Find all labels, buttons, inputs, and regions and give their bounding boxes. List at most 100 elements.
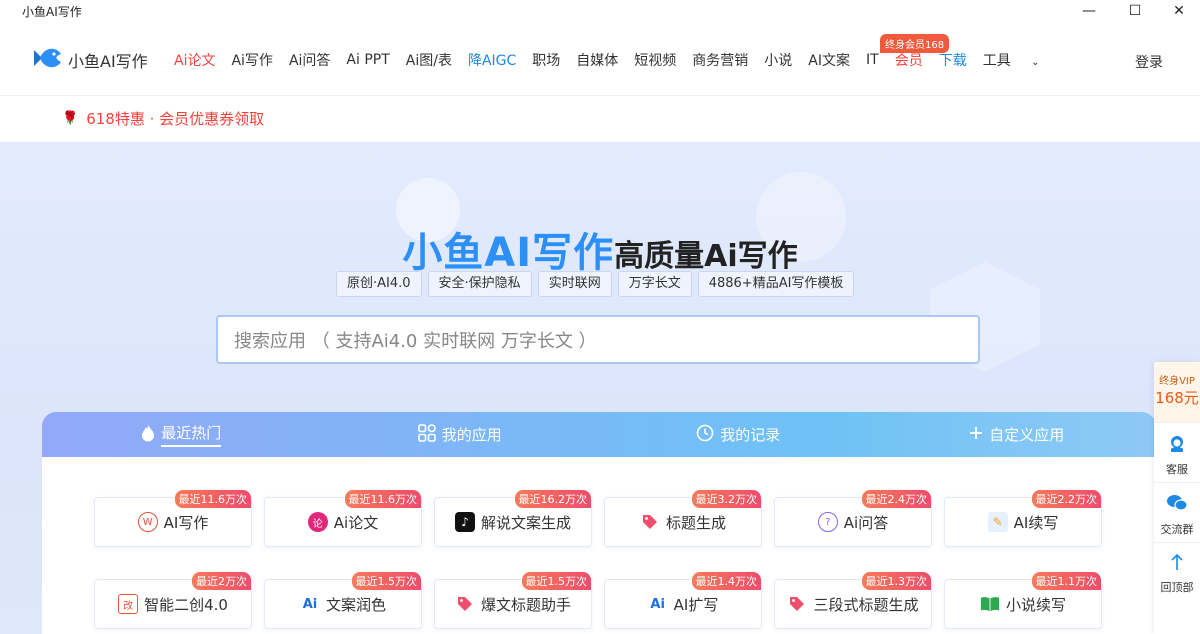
tab-label: 我的记录 <box>720 426 781 444</box>
app-card-three-part-title[interactable]: 最近1.3万次 三段式标题生成 <box>774 572 932 629</box>
tab-recent-hot[interactable]: 最近热门 <box>42 412 321 457</box>
nav-thesis[interactable]: Ai论文 <box>174 50 215 70</box>
plus-icon <box>969 425 983 444</box>
app-card-label: AI写作 <box>163 513 209 532</box>
nav-marketing[interactable]: 商务营销 <box>692 50 748 70</box>
float-label: 回顶部 <box>1160 581 1194 594</box>
nav-tools[interactable]: 工具 ⌄ <box>983 50 1056 70</box>
flame-icon <box>141 424 155 446</box>
app-card-ai-continue[interactable]: 最近2.2万次 ✎ AI续写 <box>944 490 1102 547</box>
ai-sparkle-icon: Ai <box>650 596 665 612</box>
tab-custom-app[interactable]: 自定义应用 <box>878 412 1157 457</box>
tag-icon <box>787 594 807 614</box>
app-card-expand[interactable]: 最近1.4万次 Ai AI扩写 <box>604 572 762 629</box>
hero-title-brand: 小鱼AI写作 <box>402 230 615 276</box>
thesis-icon: 论 <box>307 512 328 532</box>
nav-short-video[interactable]: 短视频 <box>634 50 676 70</box>
hot-badge: 最近1.1万次 <box>1031 572 1101 590</box>
vip-price: 168元 <box>1155 389 1199 407</box>
minimize-button[interactable]: — <box>1066 0 1112 22</box>
member-badge[interactable]: 终身会员168 <box>880 34 950 53</box>
ai-sparkle-icon: Ai <box>302 596 318 612</box>
apps-tabbar: 最近热门 我的应用 我的记录 自定义应用 <box>42 412 1156 457</box>
app-card-novel-continue[interactable]: 最近1.1万次 小说续写 <box>944 572 1102 629</box>
nav-tools-label: 工具 <box>982 53 1011 69</box>
nav-copywriting[interactable]: AI文案 <box>808 50 850 70</box>
site-logo[interactable]: 小鱼AI写作 <box>32 44 148 76</box>
back-to-top-button[interactable]: 回顶部 <box>1154 542 1200 602</box>
rose-icon: 🌹 <box>62 110 79 126</box>
hero-section: 小鱼AI写作高质量Ai写作 原创·AI4.0 安全·保护隐私 实时联网 万字长文… <box>0 142 1200 634</box>
hot-badge: 最近2.4万次 <box>861 490 931 508</box>
continue-icon: ✎ <box>987 512 1008 532</box>
tab-my-records[interactable]: 我的记录 <box>599 412 878 457</box>
app-card-label: 小说续写 <box>1005 595 1066 614</box>
hero-title: 小鱼AI写作高质量Ai写作 <box>0 220 1200 278</box>
nav-writing[interactable]: Ai写作 <box>231 50 272 70</box>
hot-badge: 最近2万次 <box>192 572 251 590</box>
chat-icon <box>1154 493 1200 519</box>
hot-badge: 最近11.6万次 <box>174 490 251 508</box>
search-input[interactable]: 搜索应用 （ 支持Ai4.0 实时联网 万字长文 ） <box>216 315 980 364</box>
app-card-label: Ai问答 <box>843 513 889 532</box>
hot-badge: 最近2.2万次 <box>1031 490 1101 508</box>
nav-ppt[interactable]: Ai PPT <box>346 52 389 68</box>
nav-it[interactable]: IT <box>866 52 879 68</box>
nav-self-media[interactable]: 自媒体 <box>576 50 618 70</box>
promo-text: 618特惠 · 会员优惠券领取 <box>86 109 265 128</box>
writing-icon: W <box>137 512 158 532</box>
login-button[interactable]: 登录 <box>1135 52 1163 72</box>
float-label: 客服 <box>1166 463 1188 476</box>
app-card-label: 解说文案生成 <box>480 513 571 532</box>
window-title: 小鱼AI写作 <box>22 4 82 19</box>
clock-icon <box>696 424 714 446</box>
nav-novel[interactable]: 小说 <box>764 50 792 70</box>
nav-download[interactable]: 下载 <box>939 50 967 70</box>
nav-qa[interactable]: Ai问答 <box>289 50 330 70</box>
hot-badge: 最近1.5万次 <box>521 572 591 590</box>
promo-bar[interactable]: 🌹 618特惠 · 会员优惠券领取 <box>0 96 948 140</box>
hot-badge: 最近1.5万次 <box>351 572 421 590</box>
app-card-label: AI续写 <box>1013 513 1059 532</box>
app-card-ai-writing[interactable]: 最近11.6万次 W AI写作 <box>94 490 252 547</box>
app-card-polish[interactable]: 最近1.5万次 Ai 文案润色 <box>264 572 422 629</box>
tab-label: 我的应用 <box>441 426 502 444</box>
nav-chart[interactable]: Ai图/表 <box>406 50 452 70</box>
hot-badge: 最近1.4万次 <box>691 572 761 590</box>
feature-tags: 原创·AI4.0 安全·保护隐私 实时联网 万字长文 4886+精品AI写作模板 <box>336 271 860 297</box>
app-card-viral-title[interactable]: 最近1.5万次 爆文标题助手 <box>434 572 592 629</box>
tab-my-apps[interactable]: 我的应用 <box>321 412 600 457</box>
close-button[interactable]: ✕ <box>1156 0 1200 22</box>
nav-workplace[interactable]: 职场 <box>532 50 560 70</box>
tab-label: 自定义应用 <box>989 426 1065 444</box>
grid-icon <box>417 423 436 446</box>
nav-reduce-aigc[interactable]: 降AIGC <box>468 50 516 70</box>
apps-panel: 最近热门 我的应用 我的记录 自定义应用 最近11.6万次 W AI写作 最近1… <box>42 412 1156 634</box>
app-card-label: 文案润色 <box>325 595 386 614</box>
arrow-up-icon <box>1154 553 1200 577</box>
hero-title-sub: 高质量Ai写作 <box>614 239 798 274</box>
main-nav: Ai论文 Ai写作 Ai问答 Ai PPT Ai图/表 降AIGC 职场 自媒体… <box>174 50 1072 70</box>
vip-line1: 终身VIP <box>1159 376 1195 387</box>
headset-icon <box>1154 433 1200 459</box>
tag-icon <box>640 512 660 532</box>
fish-logo-icon <box>32 44 62 76</box>
app-card-ai-thesis[interactable]: 最近11.6万次 论 Ai论文 <box>264 490 422 547</box>
chevron-down-icon: ⌄ <box>1031 57 1040 68</box>
tab-label: 最近热门 <box>161 422 222 447</box>
tiktok-icon: ♪ <box>454 512 475 532</box>
app-card-label: 爆文标题助手 <box>480 595 571 614</box>
app-card-smart-rewrite[interactable]: 最近2万次 改 智能二创4.0 <box>94 572 252 629</box>
vip-promo[interactable]: 终身VIP 168元 <box>1154 362 1200 422</box>
community-button[interactable]: 交流群 <box>1154 482 1200 542</box>
right-float-bar: 终身VIP 168元 客服 交流群 回顶部 <box>1154 362 1200 634</box>
customer-service-button[interactable]: 客服 <box>1154 422 1200 482</box>
maximize-button[interactable]: ☐ <box>1112 0 1158 22</box>
app-card-title-gen[interactable]: 最近3.2万次 标题生成 <box>604 490 762 547</box>
book-icon <box>980 594 1000 614</box>
nav-member[interactable]: 会员 <box>895 50 923 70</box>
app-card-ai-qa[interactable]: 最近2.4万次 ? Ai问答 <box>774 490 932 547</box>
app-card-commentary[interactable]: 最近16.2万次 ♪ 解说文案生成 <box>434 490 592 547</box>
app-card-label: 三段式标题生成 <box>813 595 919 614</box>
hot-badge: 最近11.6万次 <box>344 490 421 508</box>
